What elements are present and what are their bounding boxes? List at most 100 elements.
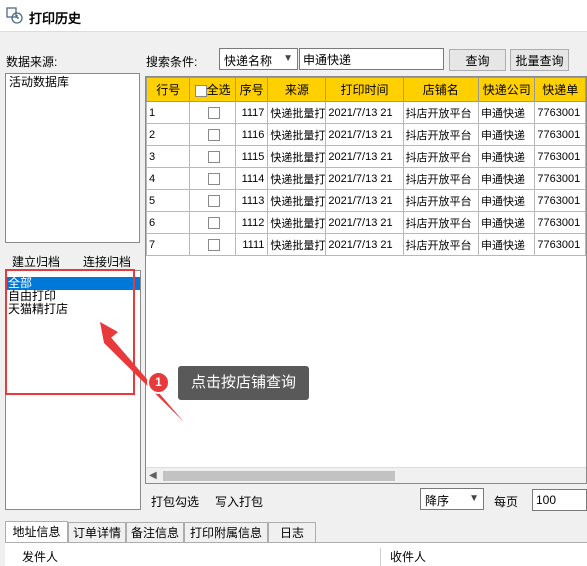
table-cell: 申通快递 [478, 189, 536, 212]
table-cell: 7763001 [534, 123, 586, 146]
tab-remarks[interactable]: 备注信息 [126, 522, 184, 544]
header-serial[interactable]: 序号 [234, 77, 269, 102]
print-history-icon [6, 7, 23, 24]
print-history-grid[interactable]: 行号 全选 序号 来源 打印时间 店铺名 快递公司 快递单 1 1117 快递批量打… [145, 76, 587, 484]
table-row[interactable]: 5 1113 快递批量打 2021/7/13 21 抖店开放平台 申通快递 7763001 [146, 189, 586, 212]
row-checkbox-cell[interactable] [189, 145, 236, 168]
table-row[interactable]: 6 1112 快递批量打 2021/7/13 21 抖店开放平台 申通快递 7763001 [146, 211, 586, 234]
table-cell: 抖店开放平台 [402, 211, 480, 234]
row-checkbox-cell[interactable] [189, 123, 236, 146]
table-cell: 抖店开放平台 [402, 189, 480, 212]
table-cell: 1114 [234, 167, 269, 190]
header-shop-name[interactable]: 店铺名 [402, 77, 480, 102]
table-cell: 1116 [234, 123, 269, 146]
print-history-table: 行号 全选 序号 来源 打印时间 店铺名 快递公司 快递单 1 1117 快递批量打… [146, 77, 586, 256]
header-waybill[interactable]: 快递单 [534, 77, 586, 102]
table-cell: 申通快递 [478, 123, 536, 146]
window-title: 打印历史 [29, 11, 82, 26]
panel-divider [380, 548, 381, 566]
table-cell: 2021/7/13 21 [325, 189, 404, 212]
search-field-value: 快递名称 [224, 54, 273, 68]
table-cell: 抖店开放平台 [402, 145, 480, 168]
header-select-all[interactable]: 全选 [189, 77, 236, 102]
table-cell: 快递批量打 [267, 101, 327, 124]
batch-query-button[interactable]: 批量查询 [510, 49, 569, 71]
table-cell: 2021/7/13 21 [325, 167, 404, 190]
data-source-list[interactable]: 活动数据库 [5, 73, 140, 243]
select-all-label: 全选 [206, 83, 231, 97]
shop-item-tmall[interactable]: 天猫精打店 [6, 303, 140, 316]
table-row[interactable]: 2 1116 快递批量打 2021/7/13 21 抖店开放平台 申通快递 7763001 [146, 123, 586, 146]
table-cell: 抖店开放平台 [402, 167, 480, 190]
header-source[interactable]: 来源 [267, 77, 327, 102]
table-cell: 7763001 [534, 101, 586, 124]
sort-order-select[interactable]: 降序 ▼ [420, 488, 484, 510]
row-checkbox[interactable] [207, 194, 220, 207]
horizontal-scrollbar[interactable]: ◀ [146, 467, 586, 483]
table-cell: 2021/7/13 21 [325, 211, 404, 234]
table-cell: 1112 [234, 211, 269, 234]
table-cell: 申通快递 [478, 233, 536, 256]
scroll-left-icon[interactable]: ◀ [149, 470, 157, 481]
shop-list[interactable]: 全部 自由打印 天猫精打店 [5, 270, 141, 510]
tab-print-extra[interactable]: 打印附属信息 [184, 522, 268, 544]
sender-label: 发件人 [22, 550, 59, 564]
table-cell: 2021/7/13 21 [325, 233, 404, 256]
search-field-select[interactable]: 快递名称 ▼ [219, 48, 298, 70]
receiver-label: 收件人 [390, 550, 427, 564]
connect-archive-button[interactable]: 连接归档 [83, 253, 131, 270]
table-cell: 抖店开放平台 [402, 233, 480, 256]
data-source-item[interactable]: 活动数据库 [9, 76, 136, 89]
header-row-number[interactable]: 行号 [146, 77, 191, 102]
table-cell: 5 [146, 189, 191, 212]
table-cell: 1111 [234, 233, 269, 256]
row-checkbox-cell[interactable] [189, 189, 236, 212]
pack-check-button[interactable]: 打包勾选 [151, 493, 199, 510]
create-archive-button[interactable]: 建立归档 [12, 253, 60, 270]
row-checkbox[interactable] [207, 150, 220, 163]
table-cell: 抖店开放平台 [402, 123, 480, 146]
table-cell: 快递批量打 [267, 189, 327, 212]
table-cell: 7763001 [534, 167, 586, 190]
table-cell: 快递批量打 [267, 211, 327, 234]
table-row[interactable]: 3 1115 快递批量打 2021/7/13 21 抖店开放平台 申通快递 7763001 [146, 145, 586, 168]
table-row[interactable]: 7 1111 快递批量打 2021/7/13 21 抖店开放平台 申通快递 7763001 [146, 233, 586, 256]
table-cell: 7763001 [534, 145, 586, 168]
table-cell: 1113 [234, 189, 269, 212]
row-checkbox[interactable] [207, 106, 220, 119]
header-courier[interactable]: 快递公司 [478, 77, 536, 102]
table-row[interactable]: 1 1117 快递批量打 2021/7/13 21 抖店开放平台 申通快递 7763001 [146, 101, 586, 124]
tab-log[interactable]: 日志 [268, 522, 316, 544]
table-cell: 7763001 [534, 211, 586, 234]
row-checkbox[interactable] [207, 128, 220, 141]
table-cell: 7763001 [534, 233, 586, 256]
row-checkbox-cell[interactable] [189, 211, 236, 234]
table-cell: 快递批量打 [267, 167, 327, 190]
row-checkbox-cell[interactable] [189, 233, 236, 256]
header-print-time[interactable]: 打印时间 [325, 77, 404, 102]
chevron-down-icon: ▼ [469, 493, 479, 504]
select-all-checkbox[interactable] [194, 84, 207, 97]
tab-address[interactable]: 地址信息 [5, 521, 68, 544]
table-cell: 1115 [234, 145, 269, 168]
data-source-label: 数据来源: [6, 55, 58, 69]
row-checkbox[interactable] [207, 172, 220, 185]
scrollbar-thumb[interactable] [163, 471, 395, 481]
per-page-input[interactable] [532, 489, 587, 511]
step-badge: 1 [147, 371, 170, 394]
row-checkbox-cell[interactable] [189, 101, 236, 124]
table-cell: 快递批量打 [267, 123, 327, 146]
write-pack-button[interactable]: 写入打包 [215, 493, 263, 510]
row-checkbox[interactable] [207, 238, 220, 251]
table-row[interactable]: 4 1114 快递批量打 2021/7/13 21 抖店开放平台 申通快递 7763001 [146, 167, 586, 190]
table-cell: 2 [146, 123, 191, 146]
table-cell: 抖店开放平台 [402, 101, 480, 124]
table-cell: 快递批量打 [267, 233, 327, 256]
row-checkbox[interactable] [207, 216, 220, 229]
query-button[interactable]: 查询 [449, 49, 506, 71]
search-input[interactable] [299, 48, 444, 70]
table-cell: 7763001 [534, 189, 586, 212]
chevron-down-icon: ▼ [283, 53, 293, 64]
row-checkbox-cell[interactable] [189, 167, 236, 190]
tab-order-detail[interactable]: 订单详情 [68, 522, 126, 544]
